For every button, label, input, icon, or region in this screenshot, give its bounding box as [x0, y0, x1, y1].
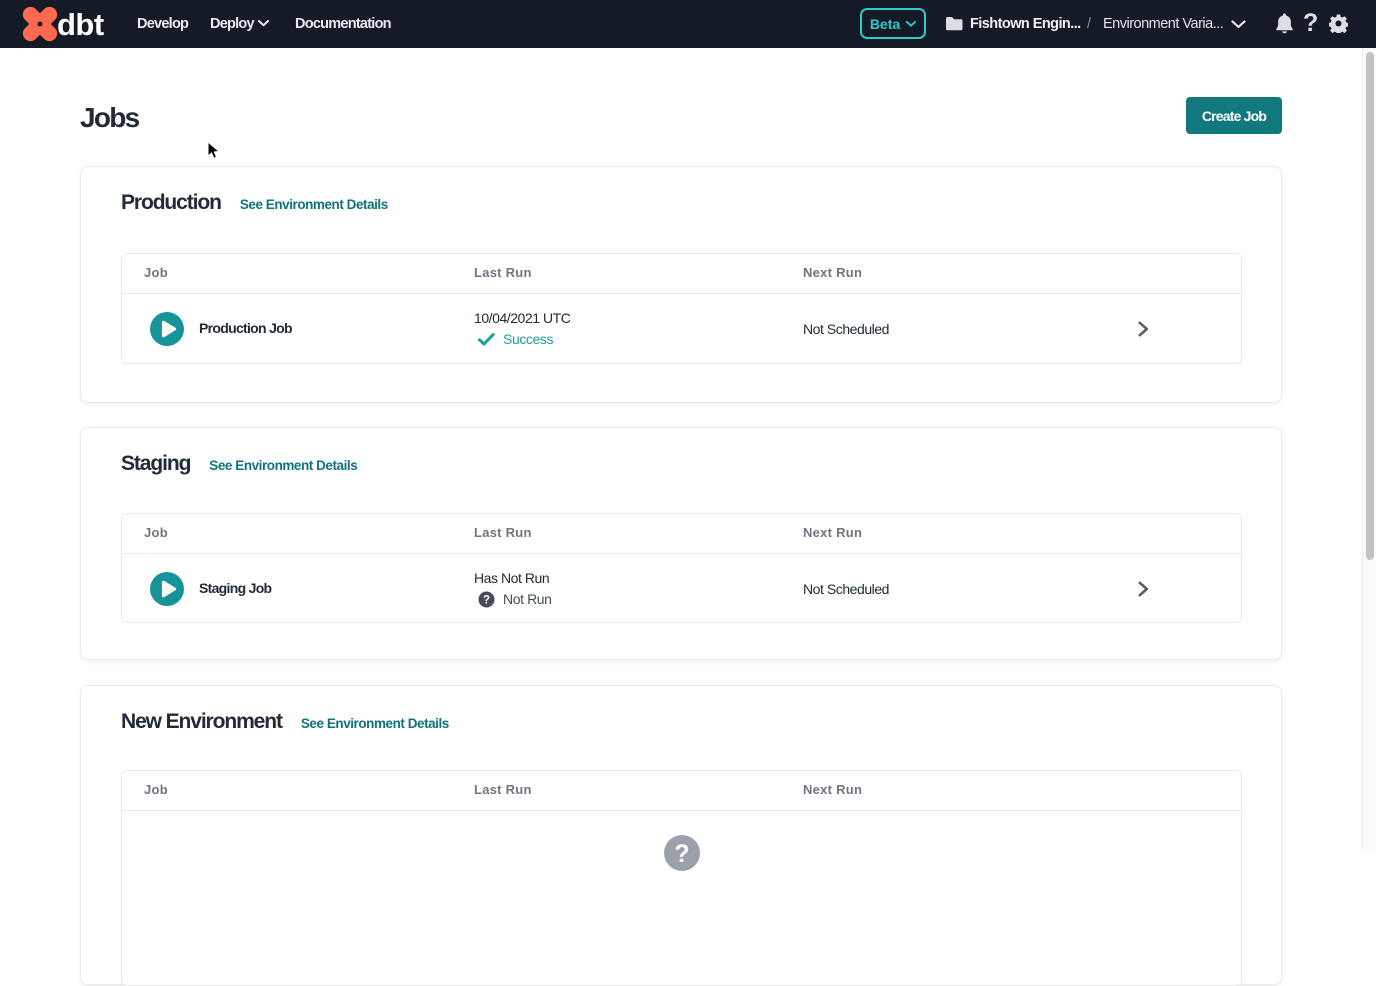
svg-text:?: ?	[674, 840, 689, 868]
svg-text:?: ?	[483, 594, 490, 606]
